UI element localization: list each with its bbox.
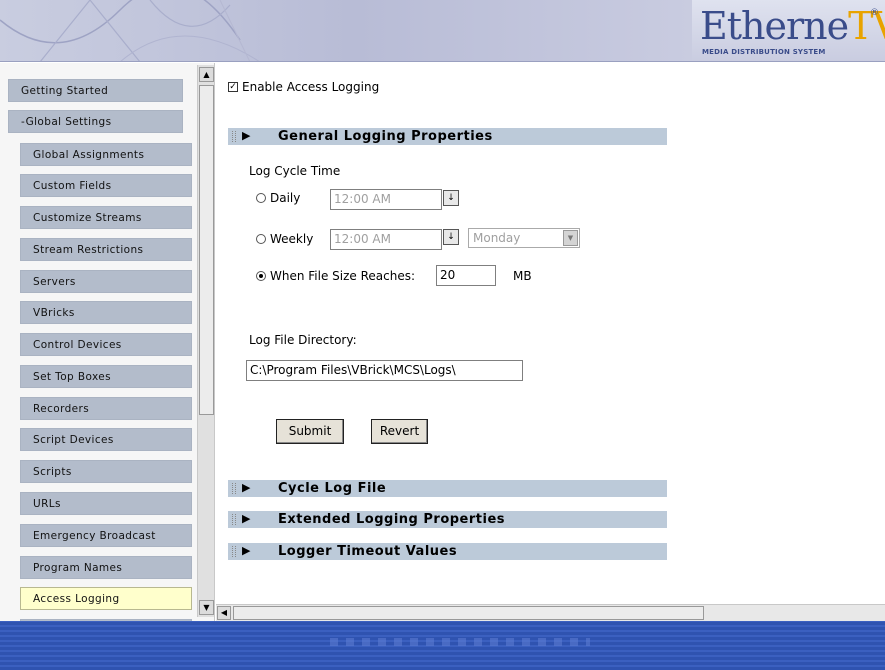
brand-name-main: Etherne [700, 4, 849, 48]
sidebar-item-label: Program Names [33, 562, 123, 574]
weekly-day-value: Monday [473, 231, 521, 245]
sidebar-item-control-devices[interactable]: Control Devices [20, 333, 192, 356]
registered-mark: ® [870, 8, 879, 18]
sidebar-item-label: Custom Fields [33, 180, 112, 192]
grip-icon [232, 546, 236, 557]
daily-time-field[interactable]: 12:00 AM [330, 189, 442, 210]
sidebar-item-custom-fields[interactable]: Custom Fields [20, 174, 192, 197]
sidebar-item-label: Global Assignments [33, 149, 145, 161]
sidebar-item-program-names[interactable]: Program Names [20, 556, 192, 579]
sidebar-item-access-logging[interactable]: Access Logging [20, 587, 192, 610]
sidebar-item-label: URLs [33, 498, 61, 510]
collapse-icon: ▶ [242, 512, 251, 525]
sidebar-item-label: Stream Restrictions [33, 244, 144, 256]
file-size-input[interactable]: 20 [436, 265, 496, 286]
weekly-label: Weekly [270, 232, 314, 246]
scroll-thumb[interactable] [233, 606, 704, 620]
log-dir-label: Log File Directory: [249, 333, 357, 347]
sidebar-item-script-devices[interactable]: Script Devices [20, 428, 192, 451]
section-title: Logger Timeout Values [278, 544, 458, 559]
sidebar-item-label: Set Top Boxes [33, 371, 111, 383]
sidebar-item-urls[interactable]: URLs [20, 492, 192, 515]
scroll-down-icon[interactable]: ▼ [199, 600, 214, 615]
sidebar-item-label: Customize Streams [33, 212, 142, 224]
daily-label: Daily [270, 191, 301, 205]
section-title: General Logging Properties [278, 129, 493, 144]
enable-logging-checkbox[interactable]: ✓ [228, 82, 238, 92]
sidebar-item-recorders[interactable]: Recorders [20, 397, 192, 420]
sidebar-item-label: Scripts [33, 466, 72, 478]
sidebar-item-global-assignments[interactable]: Global Assignments [20, 143, 192, 166]
section-title: Cycle Log File [278, 481, 387, 496]
header-decoration [0, 0, 260, 61]
sidebar-item-label: Getting Started [21, 85, 109, 97]
collapse-icon: ▶ [242, 129, 251, 142]
grip-icon [232, 514, 236, 525]
collapse-icon: ▶ [242, 544, 251, 557]
sidebar-item-getting-started[interactable]: Getting Started [8, 79, 183, 102]
file-size-label: When File Size Reaches: [270, 269, 416, 283]
sidebar-item-global-settings[interactable]: -Global Settings [8, 110, 183, 133]
header-banner: EtherneTV ® MEDIA DISTRIBUTION SYSTEM [0, 0, 885, 62]
chevron-down-icon: ▼ [563, 230, 578, 246]
sidebar-item-stream-restrictions[interactable]: Stream Restrictions [20, 238, 192, 261]
enable-logging-label: Enable Access Logging [242, 80, 380, 94]
sidebar-item-label: Control Devices [33, 339, 122, 351]
daily-time-dropdown-icon[interactable]: ↓ [443, 190, 459, 206]
section-cycle-log-file[interactable]: ▶ Cycle Log File [228, 480, 667, 497]
section-title: Extended Logging Properties [278, 512, 506, 527]
weekly-day-select[interactable]: Monday ▼ [468, 228, 580, 248]
brand-tagline: MEDIA DISTRIBUTION SYSTEM [702, 48, 826, 56]
sidebar-item-label: Access Logging [33, 593, 120, 605]
sidebar-item-label: Emergency Broadcast [33, 530, 156, 542]
log-dir-input[interactable]: C:\Program Files\VBrick\MCS\Logs\ [246, 360, 523, 381]
sidebar-scrollbar[interactable]: ▲ ▼ [197, 65, 214, 617]
sidebar-item-label: Script Devices [33, 434, 114, 446]
footer-bar [0, 621, 885, 670]
scroll-up-icon[interactable]: ▲ [199, 67, 214, 82]
sidebar-item-scripts[interactable]: Scripts [20, 460, 192, 483]
sidebar-item-set-top-boxes[interactable]: Set Top Boxes [20, 365, 192, 388]
scroll-thumb[interactable] [199, 85, 214, 415]
weekly-radio[interactable] [256, 234, 266, 244]
weekly-time-field[interactable]: 12:00 AM [330, 229, 442, 250]
sidebar-item-label: Servers [33, 276, 76, 288]
sidebar-item-customize-streams[interactable]: Customize Streams [20, 206, 192, 229]
weekly-time-dropdown-icon[interactable]: ↓ [443, 229, 459, 245]
collapse-icon: ▶ [242, 481, 251, 494]
section-general-logging[interactable]: ▶ General Logging Properties [228, 128, 667, 145]
sidebar-item-emergency-broadcast[interactable]: Emergency Broadcast [20, 524, 192, 547]
content-scrollbar[interactable]: ◀ [216, 604, 885, 621]
sidebar-item-servers[interactable]: Servers [20, 270, 192, 293]
file-size-unit: MB [513, 269, 532, 283]
scroll-left-icon[interactable]: ◀ [217, 606, 231, 620]
sidebar-item-label: VBricks [33, 307, 75, 319]
brand-logo: EtherneTV [700, 4, 885, 48]
daily-radio[interactable] [256, 193, 266, 203]
revert-button[interactable]: Revert [371, 419, 428, 444]
grip-icon [232, 131, 236, 142]
footer-decoration [330, 638, 590, 646]
grip-icon [232, 483, 236, 494]
section-extended-logging[interactable]: ▶ Extended Logging Properties [228, 511, 667, 528]
sidebar-item-label: -Global Settings [21, 116, 112, 128]
sidebar-item-label: Recorders [33, 403, 90, 415]
log-cycle-time-label: Log Cycle Time [249, 164, 341, 178]
file-size-radio[interactable] [256, 271, 266, 281]
section-logger-timeout[interactable]: ▶ Logger Timeout Values [228, 543, 667, 560]
sidebar-nav: Getting Started -Global Settings Global … [0, 63, 215, 623]
submit-button[interactable]: Submit [276, 419, 344, 444]
main-content: ✓ Enable Access Logging ▶ General Loggin… [216, 63, 885, 603]
sidebar-item-vbricks[interactable]: VBricks [20, 301, 192, 324]
brand-name-accent: TV [848, 4, 885, 48]
